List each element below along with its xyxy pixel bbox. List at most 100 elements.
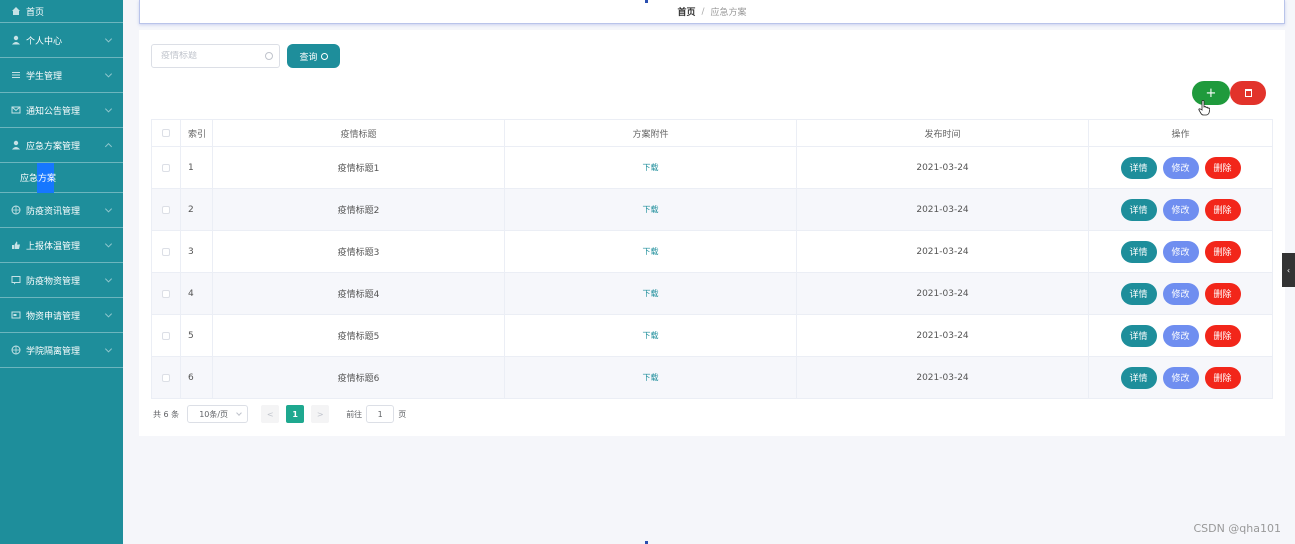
chevron-left-icon: ‹	[1286, 265, 1291, 275]
row-checkbox[interactable]	[162, 373, 170, 382]
chevron-right-icon: >	[316, 409, 324, 419]
cell-title: 疫情标题2	[213, 189, 505, 230]
detail-button[interactable]: 详情	[1120, 366, 1157, 389]
sidebar-item-label: 首页	[26, 7, 45, 18]
detail-button[interactable]: 详情	[1120, 324, 1157, 347]
search-icon	[265, 52, 273, 60]
cell-index: 5	[181, 315, 213, 356]
sidebar-item-temperature[interactable]: 上报体温管理	[0, 228, 123, 263]
page-size-select[interactable]: 10条/页	[187, 405, 249, 423]
table-row: 1 疫情标题1 下载 2021-03-24 详情 修改 删除	[151, 147, 1273, 189]
data-table: 索引 疫情标题 方案附件 发布时间 操作 1 疫情标题1 下载 2021-03-24 详…	[151, 119, 1273, 399]
download-link[interactable]: 下载	[643, 372, 659, 383]
trash-icon	[1244, 89, 1252, 97]
row-checkbox[interactable]	[162, 205, 170, 214]
cell-index: 4	[181, 273, 213, 314]
cell-date: 2021-03-24	[797, 357, 1089, 398]
list-icon	[11, 70, 21, 80]
detail-button[interactable]: 详情	[1120, 198, 1157, 221]
download-link[interactable]: 下载	[643, 246, 659, 257]
chevron-down-icon	[104, 105, 113, 113]
delete-button[interactable]: 删除	[1204, 240, 1241, 263]
chevron-down-icon	[104, 205, 113, 213]
sidebar-item-news[interactable]: 防疫资讯管理	[0, 193, 123, 228]
row-checkbox[interactable]	[162, 289, 170, 298]
delete-button[interactable]: 删除	[1204, 198, 1241, 221]
next-page-button[interactable]: >	[311, 405, 330, 423]
delete-button[interactable]: 删除	[1204, 282, 1241, 305]
chevron-down-icon	[104, 275, 113, 283]
download-link[interactable]: 下载	[643, 330, 659, 341]
chevron-down-icon	[104, 35, 113, 43]
sidebar-item-notices[interactable]: 通知公告管理	[0, 93, 123, 128]
table-row: 6 疫情标题6 下载 2021-03-24 详情 修改 删除	[151, 357, 1273, 399]
sidebar-item-supplies[interactable]: 防疫物资管理	[0, 263, 123, 298]
collapse-handle[interactable]: ‹	[1282, 253, 1295, 287]
header-index: 索引	[181, 120, 213, 146]
home-icon	[11, 6, 21, 16]
search-box	[151, 44, 280, 68]
message-icon	[11, 275, 21, 285]
chevron-down-icon	[104, 240, 113, 248]
header-date: 发布时间	[797, 120, 1089, 146]
cell-date: 2021-03-24	[797, 189, 1089, 230]
cell-date: 2021-03-24	[797, 273, 1089, 314]
sidebar-item-isolation[interactable]: 学院隔离管理	[0, 333, 123, 368]
delete-button[interactable]: 删除	[1204, 156, 1241, 179]
page-number-current[interactable]: 1	[286, 405, 305, 423]
table-row: 4 疫情标题4 下载 2021-03-24 详情 修改 删除	[151, 273, 1273, 315]
prev-page-button[interactable]: <	[261, 405, 280, 423]
cell-index: 6	[181, 357, 213, 398]
edit-button[interactable]: 修改	[1162, 282, 1199, 305]
cell-title: 疫情标题6	[213, 357, 505, 398]
header-action: 操作	[1089, 120, 1273, 146]
sidebar-subitem-emergency-plan[interactable]: 应急方案	[0, 163, 123, 193]
detail-button[interactable]: 详情	[1120, 282, 1157, 305]
pagination: 共 6 条 10条/页 < 1 > 前往 页	[153, 405, 406, 423]
search-button[interactable]: 查询	[287, 44, 340, 68]
sidebar-item-home[interactable]: 首页	[0, 0, 123, 23]
edit-button[interactable]: 修改	[1162, 366, 1199, 389]
download-link[interactable]: 下载	[643, 288, 659, 299]
cell-title: 疫情标题3	[213, 231, 505, 272]
row-checkbox[interactable]	[162, 331, 170, 340]
goto-page: 前往 页	[346, 405, 406, 423]
chevron-down-icon	[104, 345, 113, 353]
breadcrumb-home[interactable]: 首页	[677, 5, 695, 18]
select-all-checkbox[interactable]	[162, 129, 170, 137]
sidebar-item-label: 学院隔离管理	[26, 346, 81, 357]
sidebar-item-label: 通知公告管理	[26, 106, 81, 117]
chevron-up-icon	[104, 142, 113, 151]
download-link[interactable]: 下载	[643, 204, 659, 215]
chevron-down-icon	[236, 410, 243, 416]
detail-button[interactable]: 详情	[1120, 156, 1157, 179]
delete-button[interactable]: 删除	[1204, 324, 1241, 347]
edit-button[interactable]: 修改	[1162, 198, 1199, 221]
sidebar-subitem-label: 应急方案	[20, 174, 57, 184]
download-link[interactable]: 下载	[643, 162, 659, 173]
row-checkbox[interactable]	[162, 247, 170, 256]
edit-button[interactable]: 修改	[1162, 324, 1199, 347]
edit-button[interactable]: 修改	[1162, 240, 1199, 263]
goto-page-input[interactable]	[366, 405, 395, 423]
sidebar-item-label: 物资申请管理	[26, 311, 81, 322]
sidebar-item-emergency[interactable]: 应急方案管理	[0, 128, 123, 163]
breadcrumb: 首页 / 应急方案	[139, 0, 1285, 24]
cell-index: 2	[181, 189, 213, 230]
cell-title: 疫情标题5	[213, 315, 505, 356]
cell-date: 2021-03-24	[797, 231, 1089, 272]
cell-index: 3	[181, 231, 213, 272]
search-input[interactable]	[161, 51, 261, 61]
batch-delete-button[interactable]	[1230, 81, 1266, 105]
sidebar-item-applications[interactable]: 物资申请管理	[0, 298, 123, 333]
edit-button[interactable]: 修改	[1162, 156, 1199, 179]
row-checkbox[interactable]	[162, 163, 170, 172]
breadcrumb-separator: /	[701, 6, 705, 17]
goto-label: 前往	[346, 409, 363, 419]
chevron-down-icon	[104, 70, 113, 78]
detail-button[interactable]: 详情	[1120, 240, 1157, 263]
delete-button[interactable]: 删除	[1204, 366, 1241, 389]
globe-icon	[11, 345, 21, 355]
sidebar-item-profile[interactable]: 个人中心	[0, 23, 123, 58]
sidebar-item-students[interactable]: 学生管理	[0, 58, 123, 93]
